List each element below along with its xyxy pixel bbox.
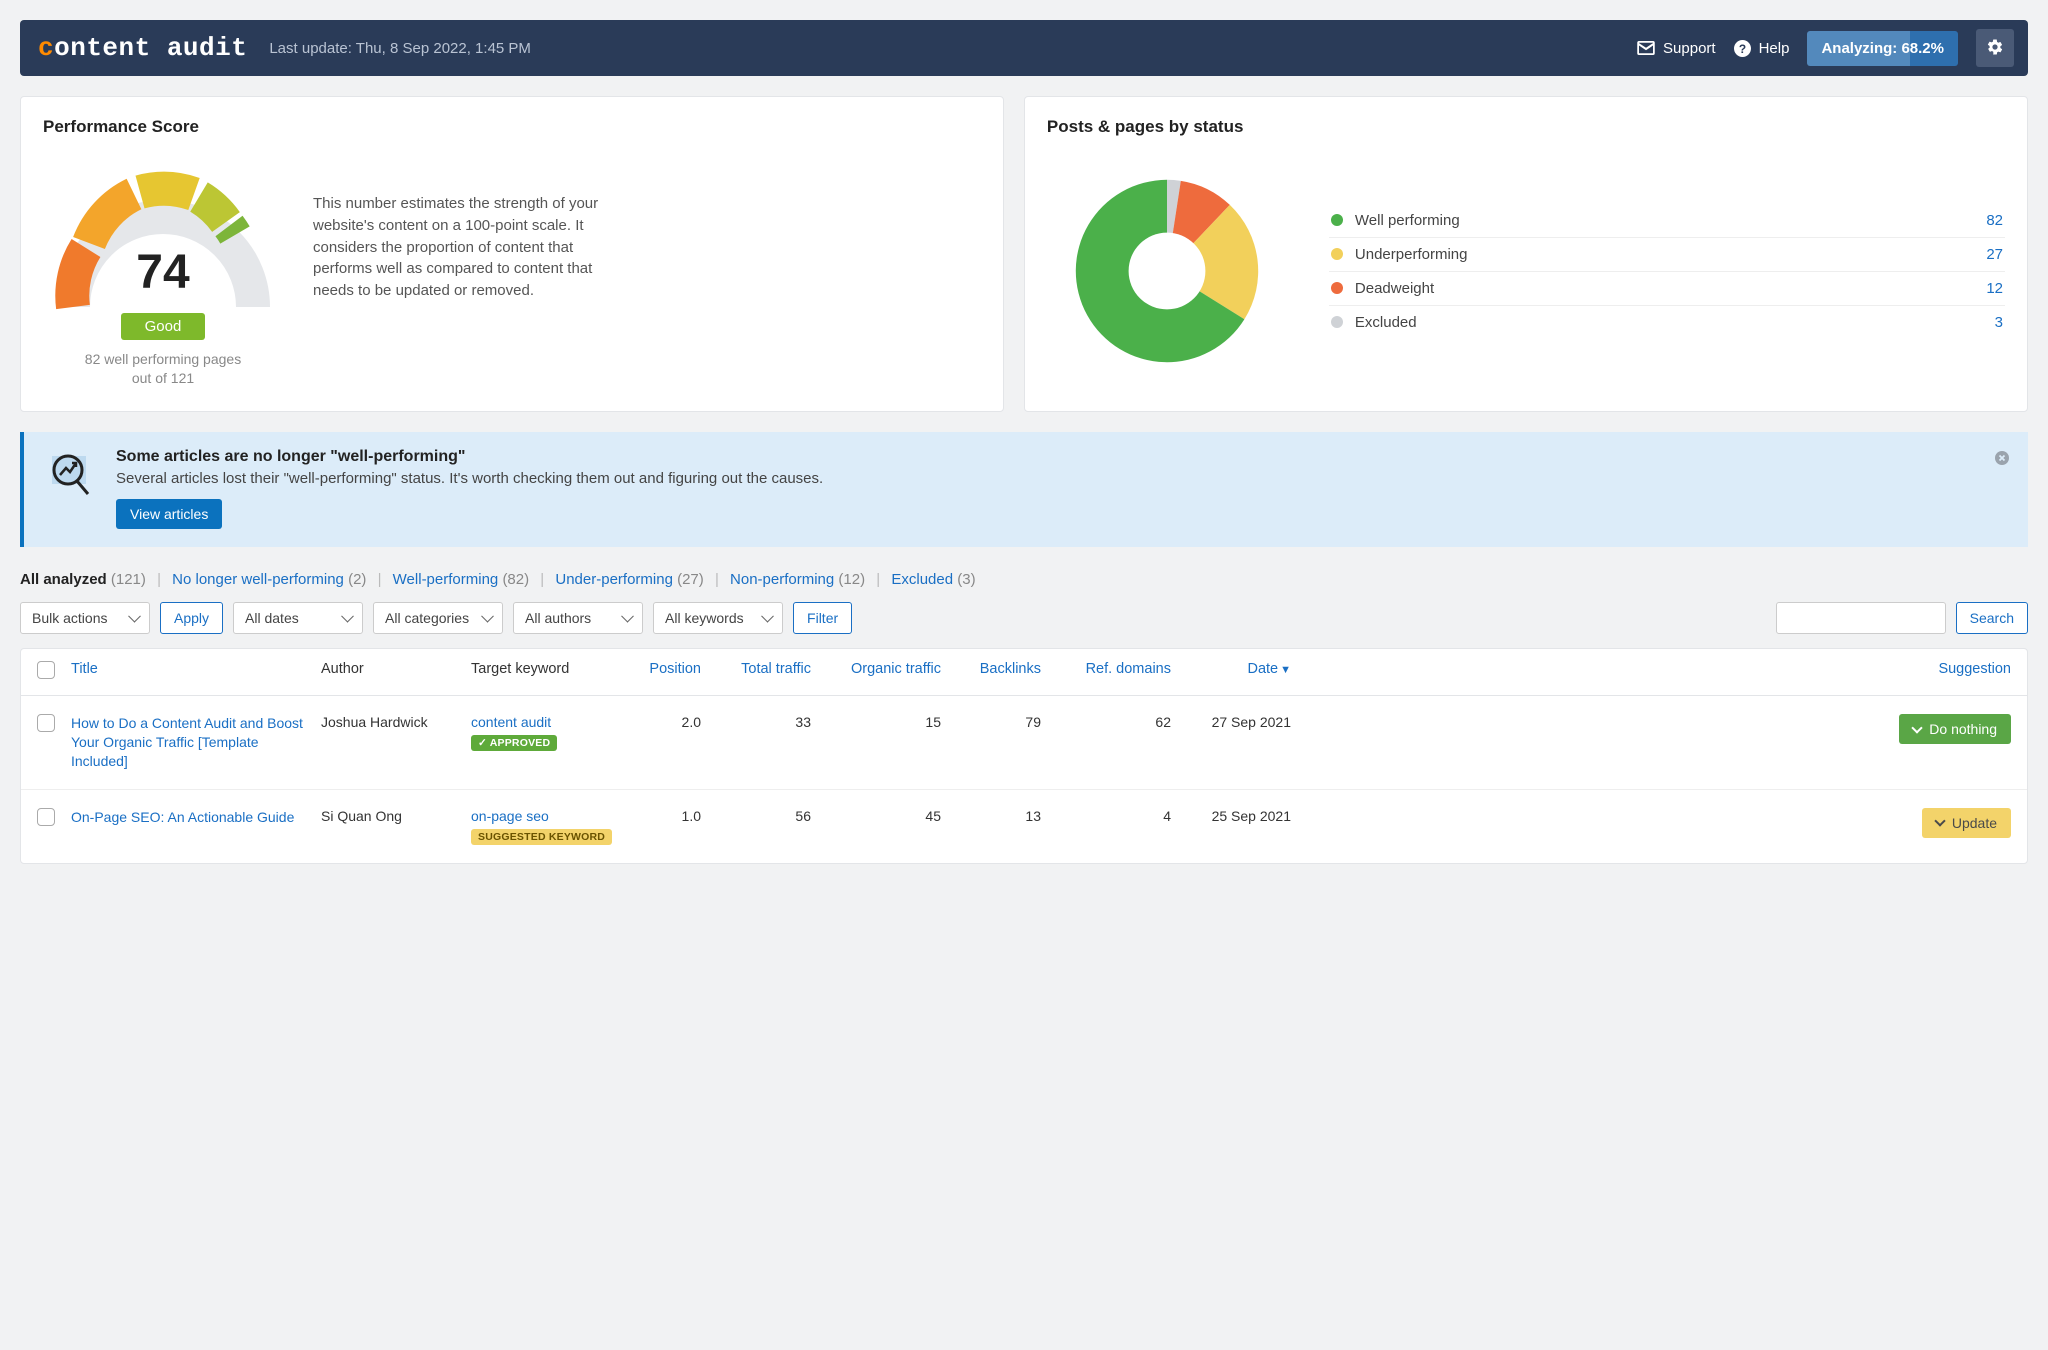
- row-checkbox[interactable]: [37, 808, 55, 826]
- sort-desc-icon: ▼: [1280, 664, 1291, 676]
- row-total-traffic: 33: [701, 714, 811, 730]
- performance-description: This number estimates the strength of yo…: [313, 151, 603, 302]
- tab-non-performing[interactable]: Non-performing (12): [730, 571, 869, 588]
- status-panel: Posts & pages by status: [1024, 96, 2028, 412]
- suggestion-button[interactable]: Update: [1922, 808, 2011, 838]
- mail-icon: [1637, 41, 1655, 55]
- dates-select[interactable]: All dates: [233, 602, 363, 634]
- categories-select[interactable]: All categories: [373, 602, 503, 634]
- legend-row[interactable]: Well performing 82: [1329, 204, 2005, 238]
- col-title[interactable]: Title: [71, 661, 321, 677]
- view-articles-button[interactable]: View articles: [116, 499, 222, 529]
- filter-button[interactable]: Filter: [793, 602, 852, 634]
- performance-badge: Good: [121, 313, 206, 340]
- alert-text: Several articles lost their "well-perfor…: [116, 470, 823, 487]
- col-keyword: Target keyword: [471, 661, 621, 677]
- chevron-down-icon: [1934, 816, 1945, 827]
- row-organic-traffic: 45: [811, 808, 941, 824]
- filter-tabs: All analyzed (121) | No longer well-perf…: [20, 571, 2028, 588]
- col-suggestion[interactable]: Suggestion: [1291, 661, 2011, 677]
- row-title-link[interactable]: On-Page SEO: An Actionable Guide: [71, 809, 294, 825]
- row-checkbox[interactable]: [37, 714, 55, 732]
- performance-title: Performance Score: [43, 117, 981, 137]
- tab-all-analyzed[interactable]: All analyzed (121): [20, 571, 150, 588]
- table-row: How to Do a Content Audit and Boost Your…: [21, 696, 2027, 790]
- col-backlinks[interactable]: Backlinks: [941, 661, 1041, 677]
- legend-dot-icon: [1331, 316, 1343, 328]
- chevron-down-icon: [1912, 722, 1923, 733]
- row-author: Joshua Hardwick: [321, 714, 471, 730]
- table-header: Title Author Target keyword Position Tot…: [21, 649, 2027, 696]
- filter-controls: Bulk actions Apply All dates All categor…: [20, 602, 2028, 634]
- row-ref-domains: 4: [1041, 808, 1171, 824]
- row-author: Si Quan Ong: [321, 808, 471, 824]
- row-title-link[interactable]: How to Do a Content Audit and Boost Your…: [71, 715, 303, 769]
- row-date: 27 Sep 2021: [1171, 714, 1291, 730]
- legend-row[interactable]: Deadweight 12: [1329, 272, 2005, 306]
- legend-dot-icon: [1331, 214, 1343, 226]
- col-ref-domains[interactable]: Ref. domains: [1041, 661, 1171, 677]
- row-position: 2.0: [621, 714, 701, 730]
- svg-text:?: ?: [1738, 41, 1745, 55]
- logo: content audit: [38, 33, 247, 63]
- keyword-tag-approved: APPROVED: [471, 735, 557, 751]
- suggestion-button[interactable]: Do nothing: [1899, 714, 2011, 744]
- col-author: Author: [321, 661, 471, 677]
- close-icon: [1994, 453, 2010, 469]
- help-label: Help: [1759, 40, 1790, 57]
- performance-gauge: 74: [43, 157, 283, 317]
- search-input[interactable]: [1776, 602, 1946, 634]
- row-keyword-link[interactable]: content audit: [471, 714, 621, 730]
- tab-under-performing[interactable]: Under-performing (27): [555, 571, 708, 588]
- apply-button[interactable]: Apply: [160, 602, 223, 634]
- performance-score: 74: [43, 245, 283, 300]
- analyzing-label: Analyzing: 68.2%: [1821, 40, 1944, 57]
- bulk-actions-select[interactable]: Bulk actions: [20, 602, 150, 634]
- performance-panel: Performance Score: [20, 96, 1004, 412]
- results-table: Title Author Target keyword Position Tot…: [20, 648, 2028, 864]
- row-total-traffic: 56: [701, 808, 811, 824]
- keywords-select[interactable]: All keywords: [653, 602, 783, 634]
- status-donut-chart: [1047, 151, 1287, 391]
- legend-row[interactable]: Excluded 3: [1329, 306, 2005, 339]
- support-link[interactable]: Support: [1637, 40, 1716, 57]
- table-row: On-Page SEO: An Actionable Guide Si Quan…: [21, 790, 2027, 863]
- last-update: Last update: Thu, 8 Sep 2022, 1:45 PM: [269, 40, 531, 57]
- performance-subtext: 82 well performing pages out of 121: [43, 350, 283, 388]
- select-all-checkbox[interactable]: [37, 661, 55, 679]
- analyzing-status[interactable]: Analyzing: 68.2%: [1807, 31, 1958, 66]
- col-organic-traffic[interactable]: Organic traffic: [811, 661, 941, 677]
- authors-select[interactable]: All authors: [513, 602, 643, 634]
- status-title: Posts & pages by status: [1047, 117, 2005, 137]
- settings-button[interactable]: [1976, 29, 2014, 67]
- gear-icon: [1986, 38, 2004, 59]
- help-link[interactable]: ? Help: [1734, 40, 1790, 57]
- help-icon: ?: [1734, 40, 1751, 57]
- app-header: content audit Last update: Thu, 8 Sep 20…: [20, 20, 2028, 76]
- col-total-traffic[interactable]: Total traffic: [701, 661, 811, 677]
- row-date: 25 Sep 2021: [1171, 808, 1291, 824]
- row-position: 1.0: [621, 808, 701, 824]
- tab-no-longer-well[interactable]: No longer well-performing (2): [172, 571, 370, 588]
- legend-row[interactable]: Underperforming 27: [1329, 238, 2005, 272]
- alert-close-button[interactable]: [1994, 450, 2010, 469]
- magnify-trend-icon: [42, 448, 96, 502]
- col-position[interactable]: Position: [621, 661, 701, 677]
- search-button[interactable]: Search: [1956, 602, 2028, 634]
- row-organic-traffic: 15: [811, 714, 941, 730]
- row-keyword-link[interactable]: on-page seo: [471, 808, 621, 824]
- alert-banner: Some articles are no longer "well-perfor…: [20, 432, 2028, 547]
- row-ref-domains: 62: [1041, 714, 1171, 730]
- keyword-tag-suggested: SUGGESTED KEYWORD: [471, 829, 612, 845]
- tab-excluded[interactable]: Excluded (3): [891, 571, 975, 588]
- row-backlinks: 13: [941, 808, 1041, 824]
- tab-well-performing[interactable]: Well-performing (82): [393, 571, 534, 588]
- col-date[interactable]: Date▼: [1171, 661, 1291, 677]
- support-label: Support: [1663, 40, 1716, 57]
- row-backlinks: 79: [941, 714, 1041, 730]
- legend-dot-icon: [1331, 248, 1343, 260]
- legend-dot-icon: [1331, 282, 1343, 294]
- status-legend: Well performing 82 Underperforming 27 De…: [1329, 204, 2005, 339]
- alert-title: Some articles are no longer "well-perfor…: [116, 448, 823, 466]
